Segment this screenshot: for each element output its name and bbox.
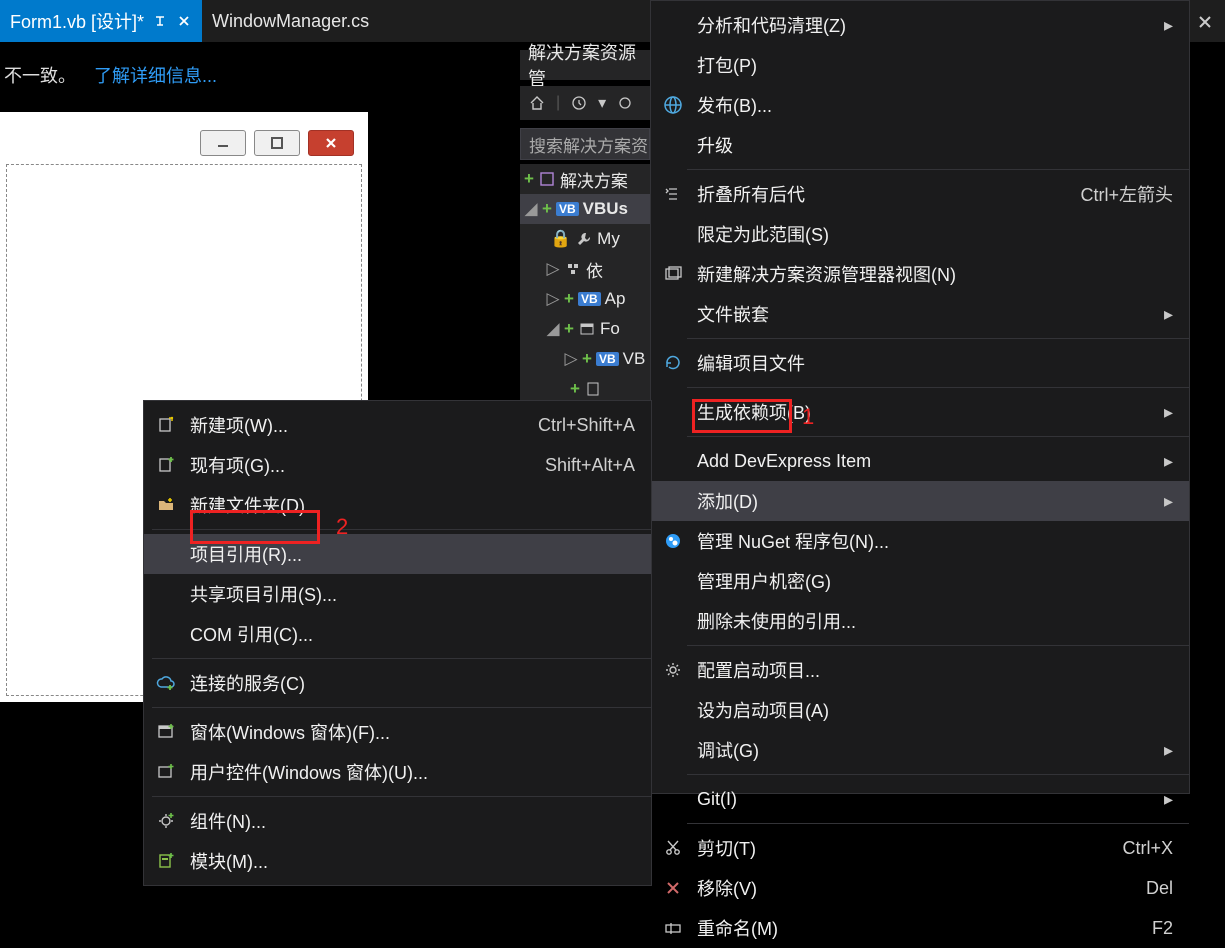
close-tab-icon[interactable]: [176, 13, 192, 29]
tree-vb[interactable]: ▷ + VB VB: [520, 344, 650, 374]
info-text: 不一致。: [4, 62, 76, 88]
usercontrol-icon: [152, 763, 180, 781]
cut-icon: [659, 839, 687, 857]
add-submenu: 新建项(W)...Ctrl+Shift+A 现有项(G)...Shift+Alt…: [143, 400, 652, 886]
tree-label: Fo: [600, 319, 620, 339]
gear-icon: [659, 661, 687, 679]
solution-search[interactable]: 搜索解决方案资: [520, 128, 650, 160]
tree-label: Ap: [605, 289, 626, 309]
menu-upgrade[interactable]: 升级: [651, 125, 1189, 165]
module-icon: [152, 852, 180, 870]
solution-icon: [538, 170, 556, 188]
vb-badge-icon: VB: [556, 202, 579, 216]
menu-sharedref[interactable]: 共享项目引用(S)...: [144, 574, 651, 614]
rename-icon: [659, 919, 687, 937]
tab-form1[interactable]: Form1.vb [设计]*: [0, 0, 202, 42]
menu-editproj[interactable]: 编辑项目文件: [651, 343, 1189, 383]
lock-icon: 🔒: [550, 229, 571, 249]
tree-label: My: [597, 229, 620, 249]
close-button[interactable]: [308, 130, 354, 156]
menu-newfolder[interactable]: 新建文件夹(D): [144, 485, 651, 525]
menu-newitem[interactable]: 新建项(W)...Ctrl+Shift+A: [144, 405, 651, 445]
component-icon: [152, 812, 180, 830]
menu-component[interactable]: 组件(N)...: [144, 801, 651, 841]
menu-setstartup[interactable]: 设为启动项目(A): [651, 690, 1189, 730]
menu-projref[interactable]: 项目引用(R)...: [144, 534, 651, 574]
tree-solution[interactable]: + 解决方案: [520, 164, 650, 194]
tree-app[interactable]: ▷ + VB Ap: [520, 284, 650, 314]
menu-remove[interactable]: 移除(V)Del: [651, 868, 1189, 908]
form-titlebar: [10, 126, 358, 160]
nuget-icon: [659, 532, 687, 550]
form-icon: [152, 723, 180, 741]
menu-scope[interactable]: 限定为此范围(S): [651, 214, 1189, 254]
cloud-icon: [152, 674, 180, 692]
menu-connected[interactable]: 连接的服务(C): [144, 663, 651, 703]
info-link[interactable]: 了解详细信息...: [94, 62, 217, 88]
vb-badge-icon: VB: [596, 352, 619, 366]
tab-label: WindowManager.cs: [212, 11, 369, 32]
close-global-icon[interactable]: [1191, 8, 1219, 36]
vb-badge-icon: VB: [578, 292, 601, 306]
edit-icon: [659, 354, 687, 372]
project-context-menu: 分析和代码清理(Z)▸ 打包(P) 发布(B)... 升级 折叠所有后代Ctrl…: [650, 0, 1190, 794]
newitem-icon: [152, 416, 180, 434]
existing-icon: [152, 456, 180, 474]
menu-nesting[interactable]: 文件嵌套▸: [651, 294, 1189, 334]
collapse-icon: [659, 185, 687, 203]
menu-publish[interactable]: 发布(B)...: [651, 85, 1189, 125]
tree-label: 依: [586, 257, 603, 282]
tab-label: Form1.vb [设计]*: [10, 8, 144, 34]
globe-icon: [659, 95, 687, 115]
maximize-button[interactable]: [254, 130, 300, 156]
menu-newview[interactable]: 新建解决方案资源管理器视图(N): [651, 254, 1189, 294]
menu-cut[interactable]: 剪切(T)Ctrl+X: [651, 828, 1189, 868]
solution-toolbar: | ▾: [520, 86, 650, 120]
menu-add[interactable]: 添加(D)▸: [651, 481, 1189, 521]
tree-label: VBUs: [583, 199, 628, 219]
solution-tree: + 解决方案 ◢ + VB VBUs 🔒 My ▷ 依 ▷ + VB Ap ◢: [520, 164, 650, 404]
home-icon[interactable]: [528, 94, 546, 112]
menu-builddep[interactable]: 生成依赖项(B)▸: [651, 392, 1189, 432]
tree-deps[interactable]: ▷ 依: [520, 254, 650, 284]
menu-rename[interactable]: 重命名(M)F2: [651, 908, 1189, 948]
menu-git[interactable]: Git(I)▸: [651, 779, 1189, 819]
deps-icon: [564, 260, 582, 278]
tree-myproject[interactable]: 🔒 My: [520, 224, 650, 254]
newfolder-icon: [152, 496, 180, 514]
menu-collapse[interactable]: 折叠所有后代Ctrl+左箭头: [651, 174, 1189, 214]
menu-analyze[interactable]: 分析和代码清理(Z)▸: [651, 5, 1189, 45]
menu-devexpress[interactable]: Add DevExpress Item▸: [651, 441, 1189, 481]
tree-label: VB: [623, 349, 646, 369]
menu-pack[interactable]: 打包(P): [651, 45, 1189, 85]
minimize-button[interactable]: [200, 130, 246, 156]
newview-icon: [659, 265, 687, 283]
menu-usercontrol[interactable]: 用户控件(Windows 窗体)(U)...: [144, 752, 651, 792]
menu-comref[interactable]: COM 引用(C)...: [144, 614, 651, 654]
tab-windowmanager[interactable]: WindowManager.cs: [202, 0, 379, 42]
wrench-icon: [575, 230, 593, 248]
tree-project[interactable]: ◢ + VB VBUs: [520, 194, 650, 224]
delete-icon: [659, 879, 687, 897]
pin-icon[interactable]: [152, 13, 168, 29]
menu-removeunused[interactable]: 删除未使用的引用...: [651, 601, 1189, 641]
form-icon: [578, 320, 596, 338]
tree-form[interactable]: ◢ + Fo: [520, 314, 650, 344]
menu-debug[interactable]: 调试(G)▸: [651, 730, 1189, 770]
file-icon: [584, 380, 602, 398]
sync-icon[interactable]: [616, 94, 634, 112]
solution-title: 解决方案资源管: [520, 50, 650, 80]
menu-nuget[interactable]: 管理 NuGet 程序包(N)...: [651, 521, 1189, 561]
tree-label: 解决方案: [560, 167, 628, 192]
menu-winform[interactable]: 窗体(Windows 窗体)(F)...: [144, 712, 651, 752]
menu-existing[interactable]: 现有项(G)...Shift+Alt+A: [144, 445, 651, 485]
menu-secrets[interactable]: 管理用户机密(G): [651, 561, 1189, 601]
menu-module[interactable]: 模块(M)...: [144, 841, 651, 881]
menu-startupconfig[interactable]: 配置启动项目...: [651, 650, 1189, 690]
history-icon[interactable]: [570, 94, 588, 112]
